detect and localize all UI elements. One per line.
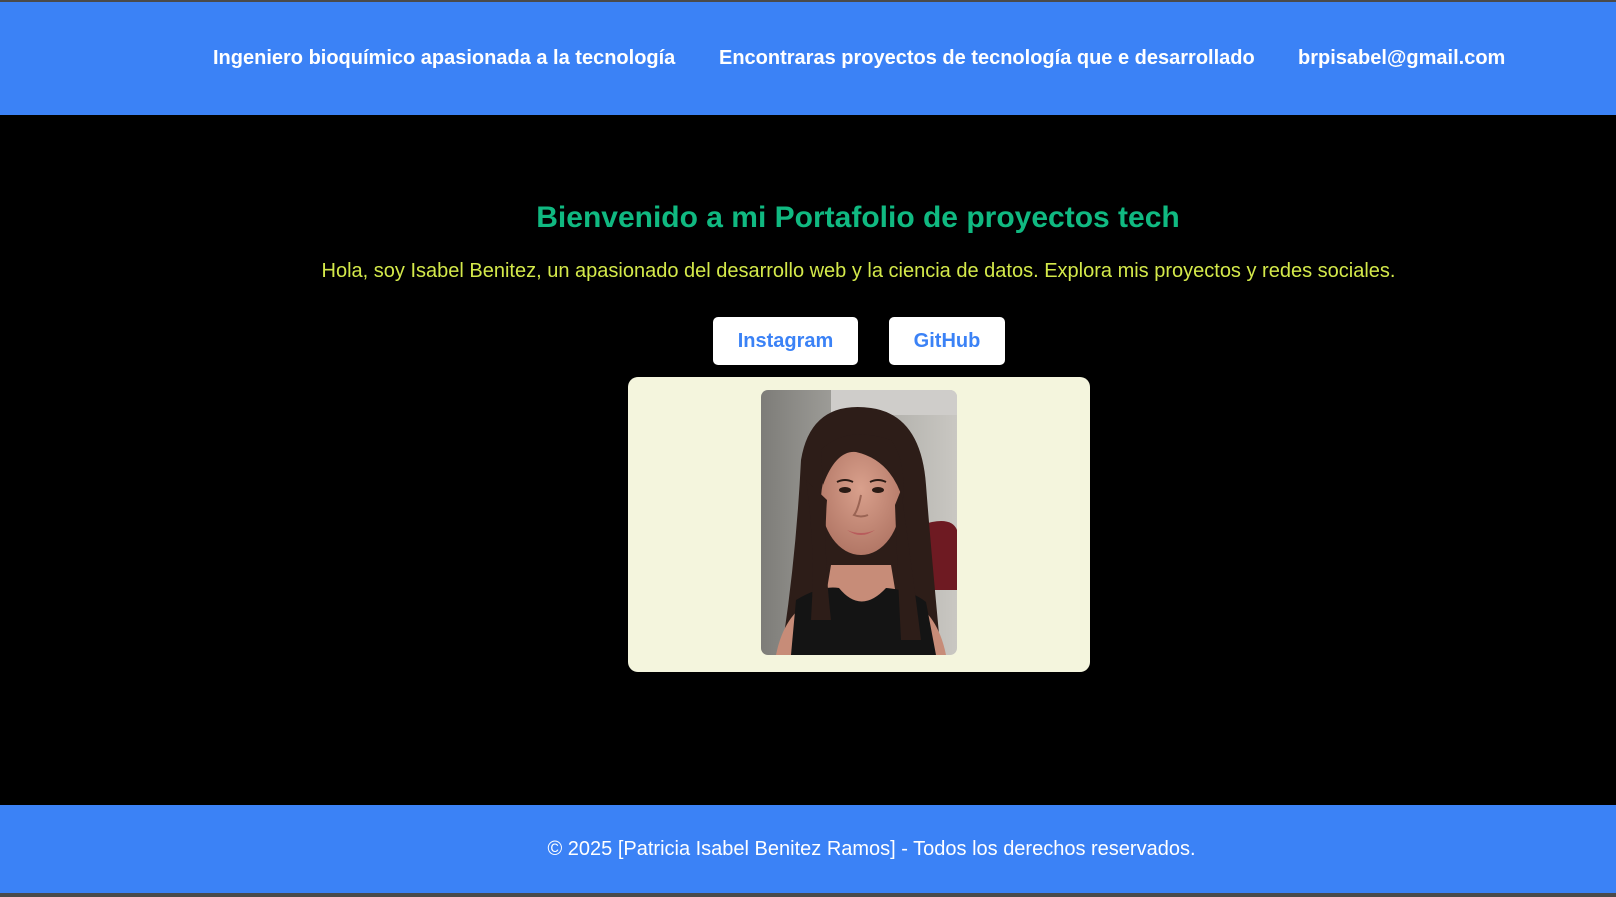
intro-text: Hola, soy Isabel Benitez, un apasionado …: [321, 260, 1396, 282]
profile-photo: [761, 390, 957, 655]
nav-item-projects[interactable]: Encontraras proyectos de tecnología que …: [719, 46, 1255, 70]
nav-item-profession[interactable]: Ingeniero bioquímico apasionada a la tec…: [213, 46, 675, 70]
profile-card: [628, 377, 1090, 672]
footer-copyright: © 2025 [Patricia Isabel Benitez Ramos] -…: [547, 838, 1196, 860]
window-bottom-border: [0, 893, 1616, 897]
github-button[interactable]: GitHub: [889, 317, 1005, 365]
instagram-button[interactable]: Instagram: [713, 317, 858, 365]
site-header: Ingeniero bioquímico apasionada a la tec…: [0, 2, 1616, 115]
nav-item-email[interactable]: brpisabel@gmail.com: [1298, 46, 1505, 70]
site-footer: © 2025 [Patricia Isabel Benitez Ramos] -…: [0, 805, 1616, 893]
page-title: Bienvenido a mi Portafolio de proyectos …: [536, 201, 1180, 234]
